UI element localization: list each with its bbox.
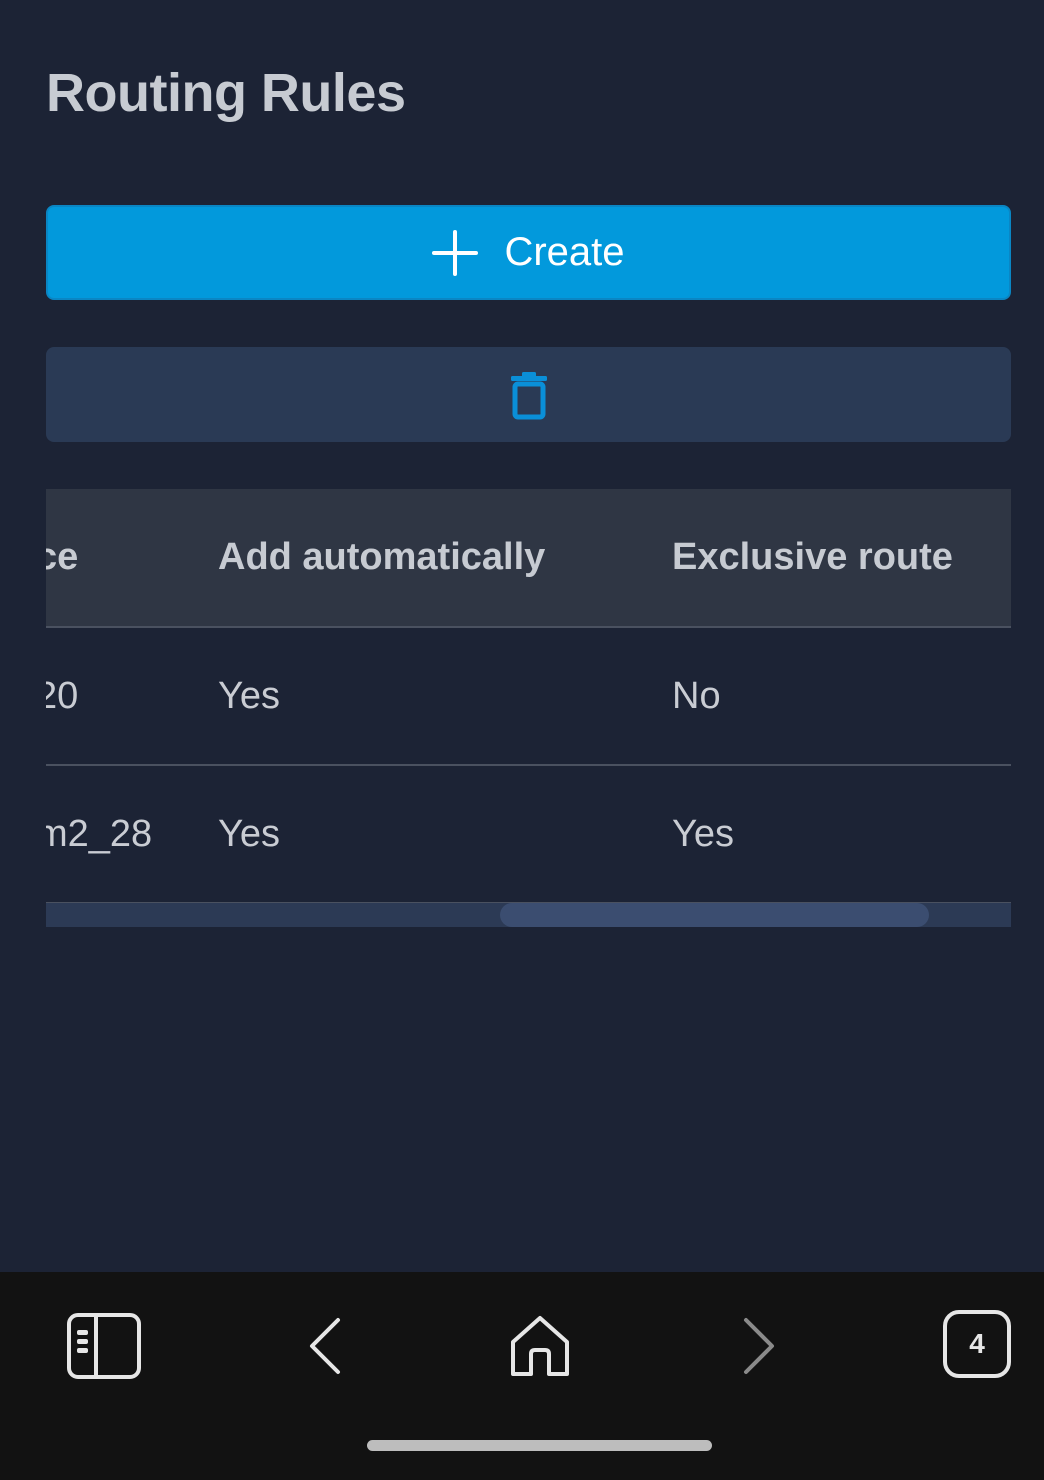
sidebar-icon: [66, 1312, 142, 1380]
column-header-add-automatically[interactable]: Add automatically: [218, 489, 545, 626]
trash-icon: [509, 370, 549, 420]
table-cell: Yes: [218, 812, 280, 855]
table-row[interactable]: m2_28 Yes Yes: [46, 766, 1011, 904]
chevron-left-icon: [304, 1316, 344, 1376]
horizontal-scrollbar[interactable]: [46, 903, 1011, 927]
create-button-label: Create: [504, 230, 625, 274]
table-cell: No: [672, 674, 721, 717]
tab-count-badge: 4: [969, 1328, 985, 1359]
routing-rules-table: ce Add automatically Exclusive route 20 …: [46, 489, 1011, 929]
browser-toolbar: 4: [0, 1272, 1044, 1480]
forward-button[interactable]: [720, 1306, 800, 1386]
plus-icon: [432, 229, 479, 276]
table-cell: 20: [46, 674, 79, 717]
column-header-exclusive-route[interactable]: Exclusive route: [672, 489, 953, 626]
create-button[interactable]: Create: [46, 205, 1011, 300]
home-button[interactable]: [500, 1306, 580, 1386]
chevron-right-icon: [740, 1316, 780, 1376]
column-header[interactable]: ce: [46, 489, 216, 626]
tabs-sidebar-button[interactable]: [64, 1306, 144, 1386]
scrollbar-thumb[interactable]: [500, 903, 929, 927]
back-button[interactable]: [284, 1306, 364, 1386]
table-cell: m2_28: [46, 812, 153, 855]
table-header: ce Add automatically Exclusive route: [46, 489, 1011, 628]
home-icon: [507, 1314, 573, 1378]
delete-button[interactable]: [46, 347, 1011, 442]
tab-switcher-button[interactable]: 4: [942, 1309, 1012, 1379]
page-title: Routing Rules: [46, 63, 406, 123]
home-indicator[interactable]: [367, 1440, 712, 1451]
table-cell: Yes: [672, 812, 734, 855]
table-cell: Yes: [218, 674, 280, 717]
table-row[interactable]: 20 Yes No: [46, 628, 1011, 766]
